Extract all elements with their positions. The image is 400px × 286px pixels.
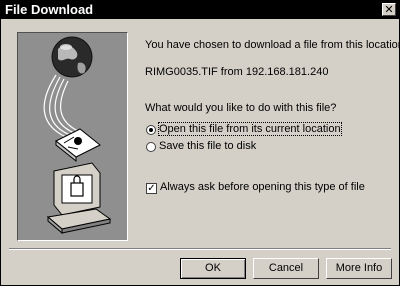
always-ask-checkbox[interactable]: ✓ (146, 183, 157, 194)
close-button[interactable]: ✕ (382, 3, 396, 16)
always-ask-label[interactable]: Always ask before opening this type of f… (160, 181, 365, 193)
dialog-title: File Download (5, 2, 94, 17)
globe-icon (51, 36, 93, 78)
download-message: You have chosen to download a file from … (145, 39, 400, 51)
file-download-dialog: File Download ✕ You have chosen to downl… (0, 0, 400, 286)
document-icon (55, 128, 101, 163)
save-option-label[interactable]: Save this file to disk (159, 140, 256, 152)
save-radio[interactable] (146, 142, 156, 152)
computer-icon (46, 162, 112, 235)
close-icon: ✕ (384, 3, 394, 16)
ok-button[interactable]: OK (180, 258, 246, 279)
file-source: RIMG0035.TIF from 192.168.181.240 (145, 66, 329, 78)
open-option-label[interactable]: Open this file from its current location (158, 122, 342, 136)
title-bar[interactable]: File Download ✕ (1, 1, 399, 19)
more-info-button[interactable]: More Info (326, 258, 392, 279)
connection-lines (43, 74, 79, 138)
question-label: What would you like to do with this file… (145, 102, 337, 114)
separator (9, 248, 391, 250)
cancel-button[interactable]: Cancel (253, 258, 319, 279)
download-illustration (17, 32, 128, 241)
checkmark-icon: ✓ (147, 183, 156, 194)
open-radio[interactable] (146, 125, 156, 135)
